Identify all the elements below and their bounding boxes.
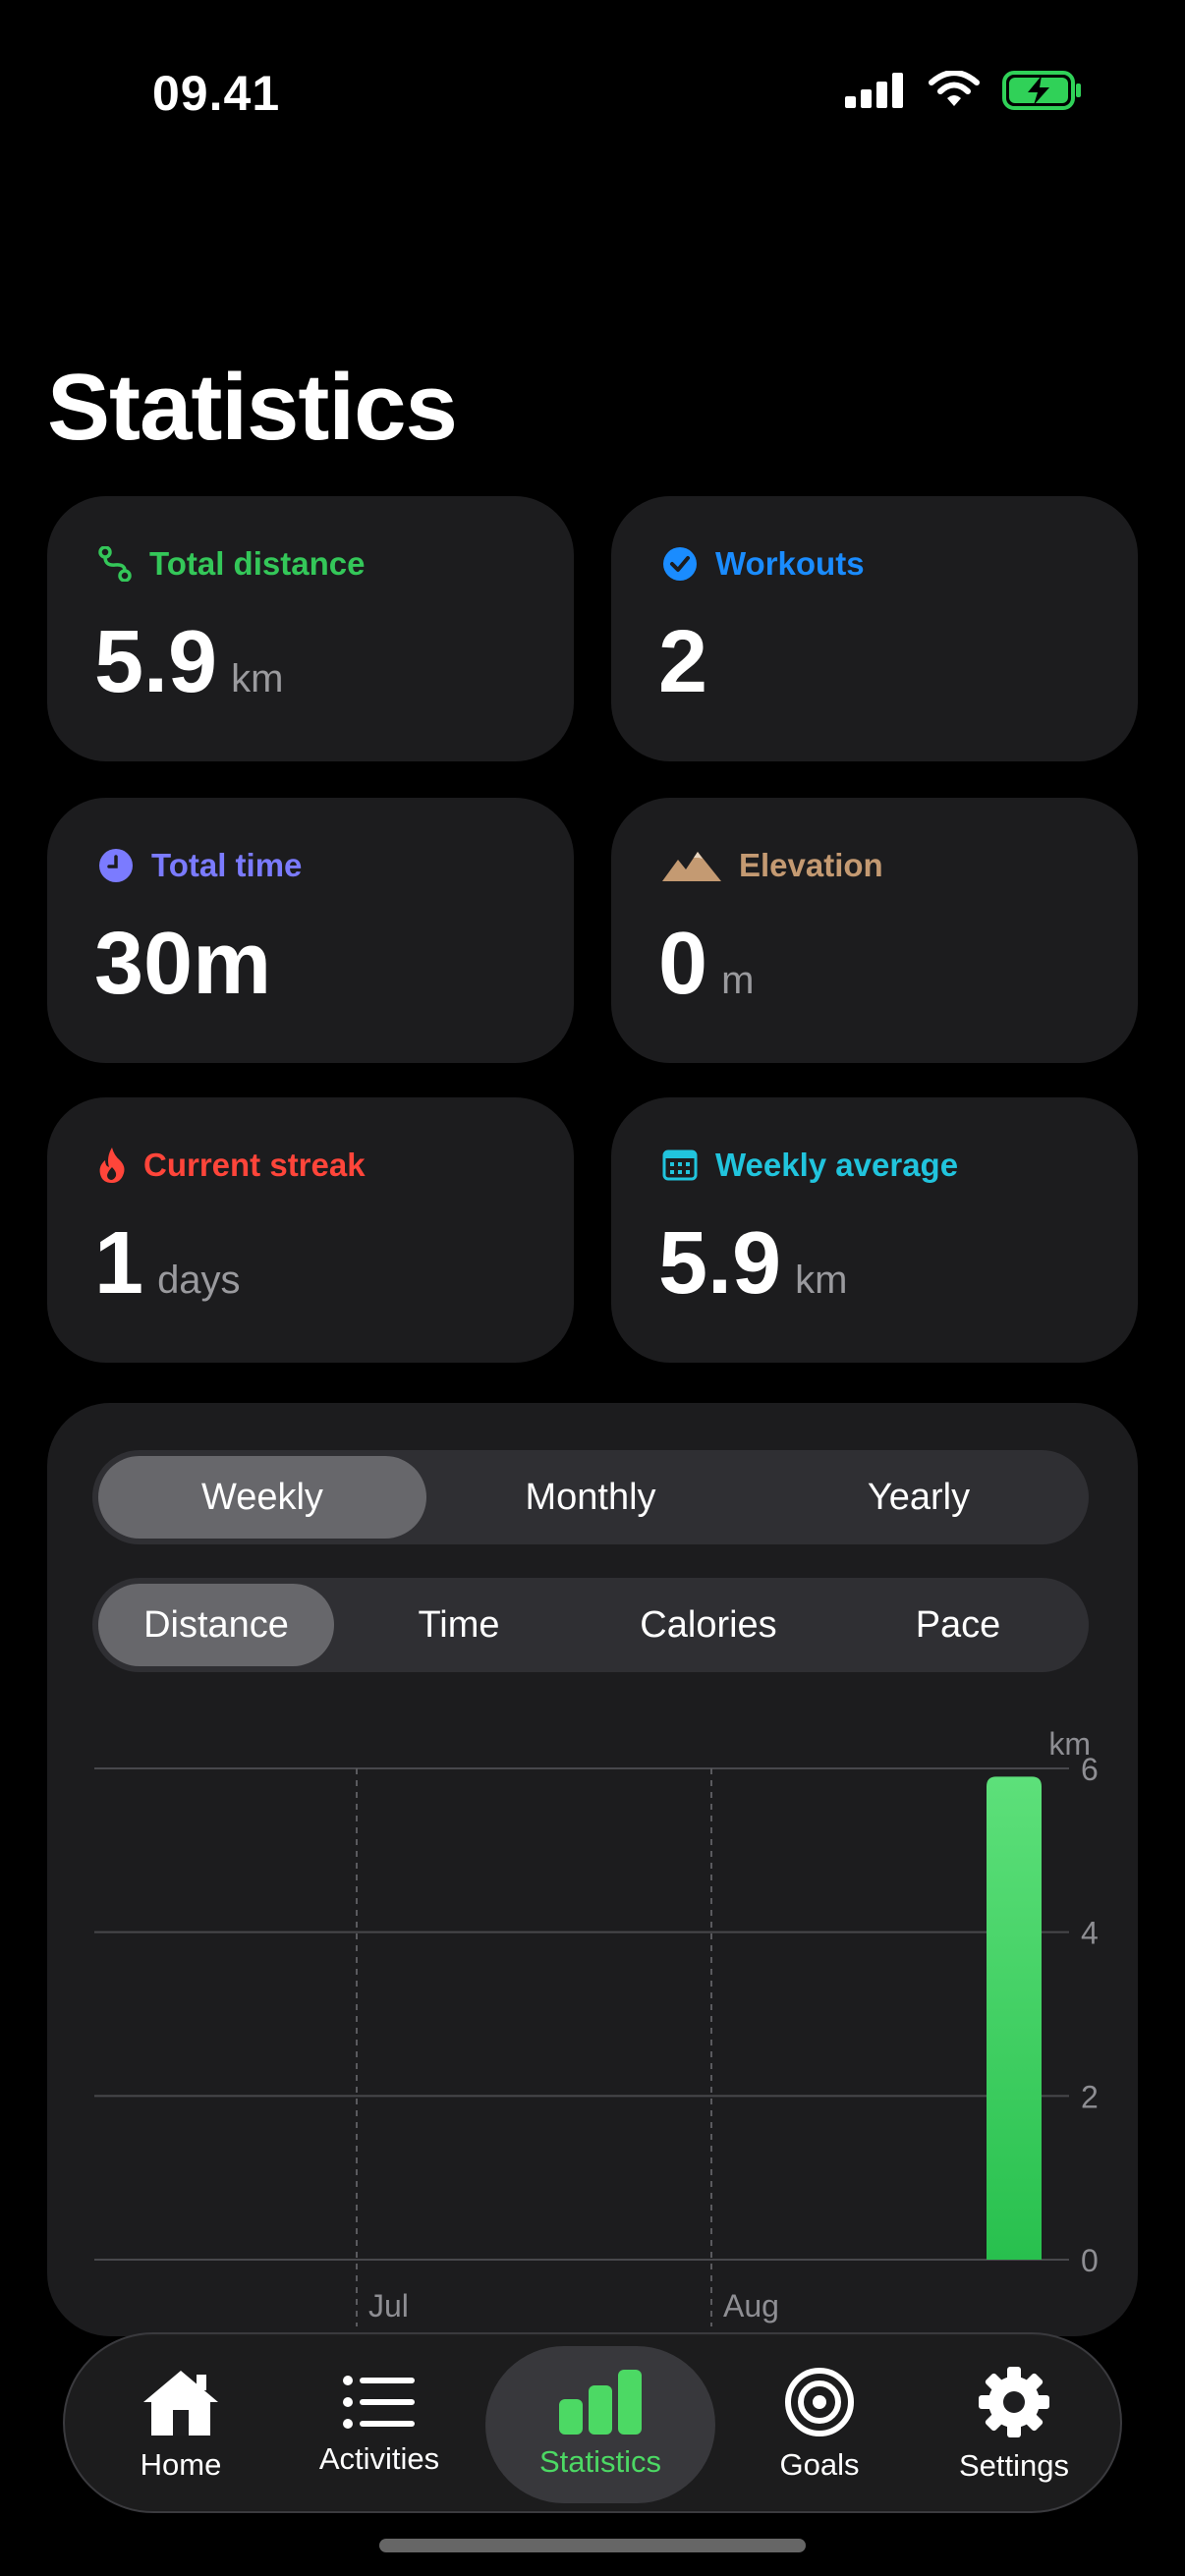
- weekly-average-unit: km: [795, 1259, 848, 1302]
- total-distance-value-row: 5.9 km: [94, 612, 283, 713]
- workouts-label: Workouts: [715, 545, 865, 582]
- checkmark-circle-icon: [663, 547, 697, 581]
- tab-bar: Home Activities Statistics Goals Setting…: [63, 2332, 1122, 2513]
- current-streak-value: 1: [94, 1214, 144, 1313]
- weekly-average-value-row: 5.9 km: [658, 1213, 847, 1315]
- tab-settings[interactable]: Settings: [916, 2346, 1112, 2503]
- total-time-label-row: Total time: [98, 847, 302, 884]
- distance-bar[interactable]: [987, 1776, 1042, 2260]
- page-title: Statistics: [47, 355, 458, 460]
- flame-icon: [99, 1148, 125, 1183]
- period-segmented-control: Weekly Monthly Yearly: [92, 1450, 1089, 1544]
- x-axis-label: Jul: [368, 2288, 409, 2324]
- tab-activities[interactable]: Activities: [281, 2346, 478, 2503]
- status-icons: [845, 71, 1083, 110]
- metric-segmented-control: Distance Time Calories Pace: [92, 1578, 1089, 1672]
- total-distance-label: Total distance: [149, 545, 366, 582]
- current-streak-unit: days: [157, 1259, 241, 1302]
- home-indicator: [379, 2539, 806, 2552]
- clock-icon: [99, 849, 133, 882]
- metric-tab-calories[interactable]: Calories: [584, 1584, 833, 1666]
- period-tab-monthly[interactable]: Monthly: [426, 1456, 755, 1539]
- tab-activities-label: Activities: [318, 2441, 440, 2476]
- bar-chart-icon: [559, 2370, 642, 2435]
- cellular-signal-icon: [845, 73, 903, 108]
- wifi-icon: [929, 71, 980, 106]
- tab-statistics[interactable]: Statistics: [485, 2346, 715, 2503]
- elevation-unit: m: [721, 959, 755, 1002]
- house-icon: [143, 2371, 218, 2436]
- battery-charging-icon: [1002, 71, 1081, 110]
- metric-tab-pace[interactable]: Pace: [833, 1584, 1083, 1666]
- elevation-card[interactable]: Elevation 0 m: [611, 798, 1138, 1063]
- gear-icon: [979, 2367, 1049, 2437]
- tab-goals[interactable]: Goals: [731, 2346, 908, 2503]
- y-tick-label: 2: [1081, 2079, 1099, 2114]
- elevation-value-row: 0 m: [658, 914, 754, 1015]
- elevation-label-row: Elevation: [662, 847, 883, 884]
- distance-bar-chart: km 0246 Jul Aug: [94, 1726, 1099, 2326]
- total-time-value-row: 30m: [94, 914, 271, 1015]
- tab-home[interactable]: Home: [92, 2346, 269, 2503]
- chart-panel: Weekly Monthly Yearly Distance Time Calo…: [47, 1403, 1138, 2336]
- weekly-average-label-row: Weekly average: [662, 1147, 958, 1184]
- mountain-icon: [662, 852, 721, 881]
- current-streak-card[interactable]: Current streak 1 days: [47, 1097, 574, 1363]
- workouts-label-row: Workouts: [662, 545, 865, 583]
- weekly-average-value: 5.9: [658, 1214, 782, 1313]
- total-distance-unit: km: [231, 657, 284, 700]
- y-tick-label: 0: [1081, 2243, 1099, 2278]
- status-time: 09.41: [152, 66, 281, 121]
- tab-goals-label: Goals: [779, 2447, 860, 2482]
- total-time-card[interactable]: Total time 30m: [47, 798, 574, 1063]
- list-icon: [343, 2376, 415, 2429]
- x-axis-label: Aug: [723, 2288, 779, 2324]
- current-streak-label: Current streak: [143, 1147, 366, 1183]
- workouts-value-row: 2: [658, 612, 707, 713]
- total-distance-card[interactable]: Total distance 5.9 km: [47, 496, 574, 761]
- target-icon: [785, 2368, 854, 2436]
- tab-statistics-label: Statistics: [538, 2444, 662, 2479]
- weekly-average-card[interactable]: Weekly average 5.9 km: [611, 1097, 1138, 1363]
- total-distance-label-row: Total distance: [98, 545, 365, 583]
- calendar-icon: [662, 1149, 698, 1181]
- status-bar: 09.41: [0, 0, 1185, 196]
- period-tab-weekly[interactable]: Weekly: [98, 1456, 426, 1539]
- total-time-label: Total time: [151, 847, 303, 883]
- total-time-value: 30m: [94, 915, 272, 1013]
- tab-settings-label: Settings: [958, 2448, 1069, 2483]
- current-streak-value-row: 1 days: [94, 1213, 241, 1315]
- current-streak-label-row: Current streak: [98, 1147, 366, 1184]
- workouts-card[interactable]: Workouts 2: [611, 496, 1138, 761]
- total-distance-value: 5.9: [94, 613, 218, 711]
- metric-tab-distance[interactable]: Distance: [98, 1584, 334, 1666]
- period-tab-yearly[interactable]: Yearly: [755, 1456, 1083, 1539]
- elevation-label: Elevation: [739, 847, 883, 883]
- y-tick-label: 6: [1081, 1752, 1099, 1787]
- elevation-value: 0: [658, 915, 708, 1013]
- workouts-value: 2: [658, 613, 708, 711]
- route-icon: [98, 546, 132, 582]
- metric-tab-time[interactable]: Time: [334, 1584, 584, 1666]
- weekly-average-label: Weekly average: [715, 1147, 959, 1183]
- tab-home-label: Home: [140, 2447, 222, 2482]
- y-tick-label: 4: [1081, 1916, 1099, 1951]
